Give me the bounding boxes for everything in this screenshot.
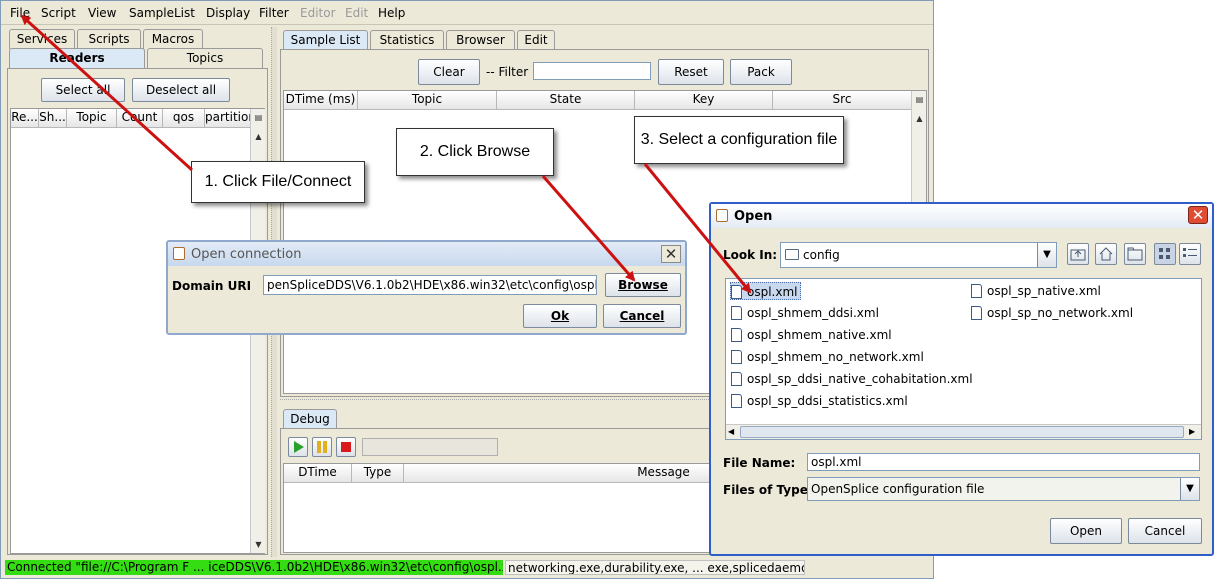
annotation-arrows (20, 14, 752, 294)
arrow-step3 (643, 163, 752, 294)
arrow-step2 (541, 175, 636, 282)
arrow-step1 (20, 14, 194, 172)
